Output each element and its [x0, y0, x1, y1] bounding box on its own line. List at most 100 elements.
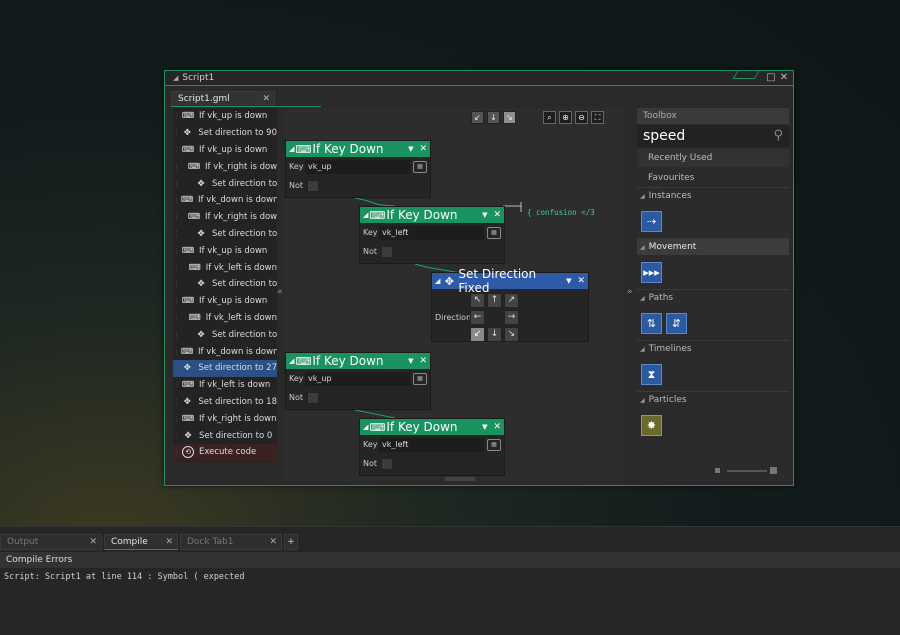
instance-speed-icon[interactable]: ⇢: [641, 210, 662, 232]
drag-handle-icon[interactable]: ⋮: [173, 280, 180, 288]
block-dropdown-icon[interactable]: ▼: [482, 423, 487, 431]
drag-handle-icon[interactable]: ⋮: [173, 163, 180, 171]
block-close-icon[interactable]: ✕: [493, 422, 501, 432]
block-header[interactable]: ◢ ⌨ If Key Down ▼ ✕: [360, 207, 504, 223]
drag-handle-icon[interactable]: ⋮: [173, 146, 181, 154]
toolbox-search-input[interactable]: speed ⚲: [637, 125, 789, 147]
close-icon[interactable]: ✕: [778, 72, 790, 84]
block-close-icon[interactable]: ✕: [493, 210, 501, 220]
drag-handle-icon[interactable]: ⋮: [173, 314, 181, 322]
if-key-down-block[interactable]: ◢ ⌨ If Key Down ▼ ✕ Key vk_up ▦ Not: [285, 140, 431, 198]
compile-error-message[interactable]: Script: Script1 at line 114 : Symbol ( e…: [4, 572, 245, 582]
particle-sparkle-icon[interactable]: ✸: [641, 414, 662, 436]
drag-handle-icon[interactable]: ⋮: [173, 264, 181, 272]
list-item[interactable]: ⋮ ✥ Set direction to 27: [173, 359, 277, 377]
path-speed-icon[interactable]: ⇅: [641, 312, 662, 334]
drag-handle-icon[interactable]: ⋮: [173, 348, 180, 356]
toolbox-zoom-slider[interactable]: [715, 467, 777, 475]
arrow-down-icon[interactable]: ↓: [487, 327, 502, 342]
search-icon[interactable]: ⚲: [773, 125, 783, 147]
list-item[interactable]: ⋮ ⌨ If vk_right is down: [173, 209, 277, 226]
if-key-down-block[interactable]: ◢ ⌨ If Key Down ▼ ✕ Key vk_up ▦ Not: [285, 352, 431, 410]
doc-tab-close-icon[interactable]: ✕: [262, 92, 270, 107]
arrow-left-icon[interactable]: ←: [470, 310, 485, 325]
list-item[interactable]: ⋮ ⌨ If vk_down is down: [173, 192, 277, 209]
not-checkbox[interactable]: [307, 391, 319, 404]
drag-handle-icon[interactable]: ⋮: [173, 247, 181, 255]
if-key-down-block[interactable]: ◢ ⌨ If Key Down ▼ ✕ Key vk_left ▦ Not: [359, 418, 505, 476]
arrow-up-right-icon[interactable]: ↗: [504, 293, 519, 308]
tab-dock-tab1[interactable]: Dock Tab1 ✕: [180, 534, 282, 550]
block-header[interactable]: ◢ ⌨ If Key Down ▼ ✕: [360, 419, 504, 435]
key-field[interactable]: vk_left: [379, 437, 484, 452]
drag-handle-icon[interactable]: ⋮: [173, 448, 181, 456]
keyboard-picker-icon[interactable]: ▦: [413, 372, 427, 385]
keyboard-picker-icon[interactable]: ▦: [487, 438, 501, 451]
drag-handle-icon[interactable]: ⋮: [173, 432, 181, 440]
list-item[interactable]: ⋮ ✥ Set direction to: [173, 326, 277, 343]
key-field[interactable]: vk_left: [379, 225, 484, 240]
close-icon[interactable]: ✕: [89, 535, 97, 550]
not-checkbox[interactable]: [307, 179, 319, 192]
list-item[interactable]: ⋮ ✥ Set direction to 0: [173, 427, 277, 444]
drag-handle-icon[interactable]: ⋮: [173, 331, 180, 339]
block-dropdown-icon[interactable]: ▼: [482, 211, 487, 219]
list-item[interactable]: ⋮ ⌨ If vk_up is down: [173, 142, 277, 159]
block-close-icon[interactable]: ✕: [419, 144, 427, 154]
hourglass-icon[interactable]: ⧗: [641, 363, 662, 385]
zoom-reset-icon[interactable]: ⌕: [543, 111, 556, 124]
arrow-up-icon[interactable]: ↑: [487, 293, 502, 308]
key-field[interactable]: vk_up: [305, 159, 410, 174]
doc-tab-script1[interactable]: Script1.gml ✕: [171, 91, 275, 107]
list-item[interactable]: ⋮ ⌨ If vk_up is down: [173, 293, 277, 310]
category-timelines[interactable]: ◢ Timelines: [637, 340, 789, 357]
list-item[interactable]: ⋮ ⌨ If vk_right is down: [173, 158, 277, 175]
collapse-toolbox-icon[interactable]: »: [627, 287, 633, 297]
arrow-down-left-icon[interactable]: ↙: [471, 111, 484, 124]
window-title-bar[interactable]: ◢ Script1: [165, 71, 793, 86]
not-checkbox[interactable]: [381, 457, 393, 470]
category-particles[interactable]: ◢ Particles: [637, 391, 789, 408]
list-item[interactable]: ⋮ ⌨ If vk_left is down: [173, 310, 277, 327]
add-tab-button[interactable]: +: [284, 534, 298, 550]
drag-handle-icon[interactable]: ⋮: [173, 112, 181, 120]
block-close-icon[interactable]: ✕: [419, 356, 427, 366]
drag-handle-icon[interactable]: ⋮: [173, 129, 180, 137]
canvas-scrollbar[interactable]: [445, 477, 475, 481]
not-checkbox[interactable]: [381, 245, 393, 258]
set-direction-fixed-block[interactable]: ◢ ✥ Set Direction Fixed ▼ ✕ Direction ↖ ↑ …: [431, 267, 589, 342]
block-dropdown-icon[interactable]: ▼: [566, 277, 571, 285]
drag-handle-icon[interactable]: ⋮: [173, 364, 180, 372]
drag-handle-icon[interactable]: ⋮: [173, 381, 181, 389]
window-collapse-icon[interactable]: ◢: [173, 74, 178, 82]
drag-handle-icon[interactable]: ⋮: [173, 230, 180, 238]
drag-handle-icon[interactable]: ⋮: [173, 297, 181, 305]
list-item[interactable]: ⋮ ✥ Set direction to 90: [173, 125, 277, 142]
block-dropdown-icon[interactable]: ▼: [408, 145, 413, 153]
zoom-in-icon[interactable]: ⊕: [559, 111, 572, 124]
keyboard-picker-icon[interactable]: ▦: [487, 226, 501, 239]
set-speed-icon[interactable]: ▸▸▸: [641, 261, 662, 283]
drag-handle-icon[interactable]: ⋮: [173, 196, 180, 204]
arrow-down-left-icon[interactable]: ↙: [470, 327, 485, 342]
block-header[interactable]: ◢ ⌨ If Key Down ▼ ✕: [286, 141, 430, 157]
collapse-list-icon[interactable]: «: [277, 287, 283, 297]
list-item[interactable]: ⋮ ✥ Set direction to 18: [173, 394, 277, 411]
drag-handle-icon[interactable]: ⋮: [173, 415, 181, 423]
tab-output[interactable]: Output ✕: [0, 534, 102, 550]
key-field[interactable]: vk_up: [305, 371, 410, 386]
category-instances[interactable]: ◢ Instances: [637, 187, 789, 204]
list-item[interactable]: ⋮ ⌨ If vk_left is down: [173, 377, 277, 394]
path-position-icon[interactable]: ⇵: [666, 312, 687, 334]
list-item[interactable]: ⋮ ⌨ If vk_right is down: [173, 410, 277, 427]
zoom-out-icon[interactable]: ⊖: [575, 111, 588, 124]
recently-used-button[interactable]: Recently Used: [637, 149, 789, 167]
category-movement[interactable]: ◢ Movement: [637, 238, 789, 255]
block-header[interactable]: ◢ ✥ Set Direction Fixed ▼ ✕: [432, 267, 588, 295]
list-item[interactable]: ⋮ ✥ Set direction to: [173, 226, 277, 243]
comment-text[interactable]: { confusion </3: [527, 208, 595, 217]
favourites-button[interactable]: Favourites: [637, 169, 789, 187]
maximize-icon[interactable]: □: [765, 72, 777, 84]
block-header[interactable]: ◢ ⌨ If Key Down ▼ ✕: [286, 353, 430, 369]
block-close-icon[interactable]: ✕: [577, 276, 585, 286]
